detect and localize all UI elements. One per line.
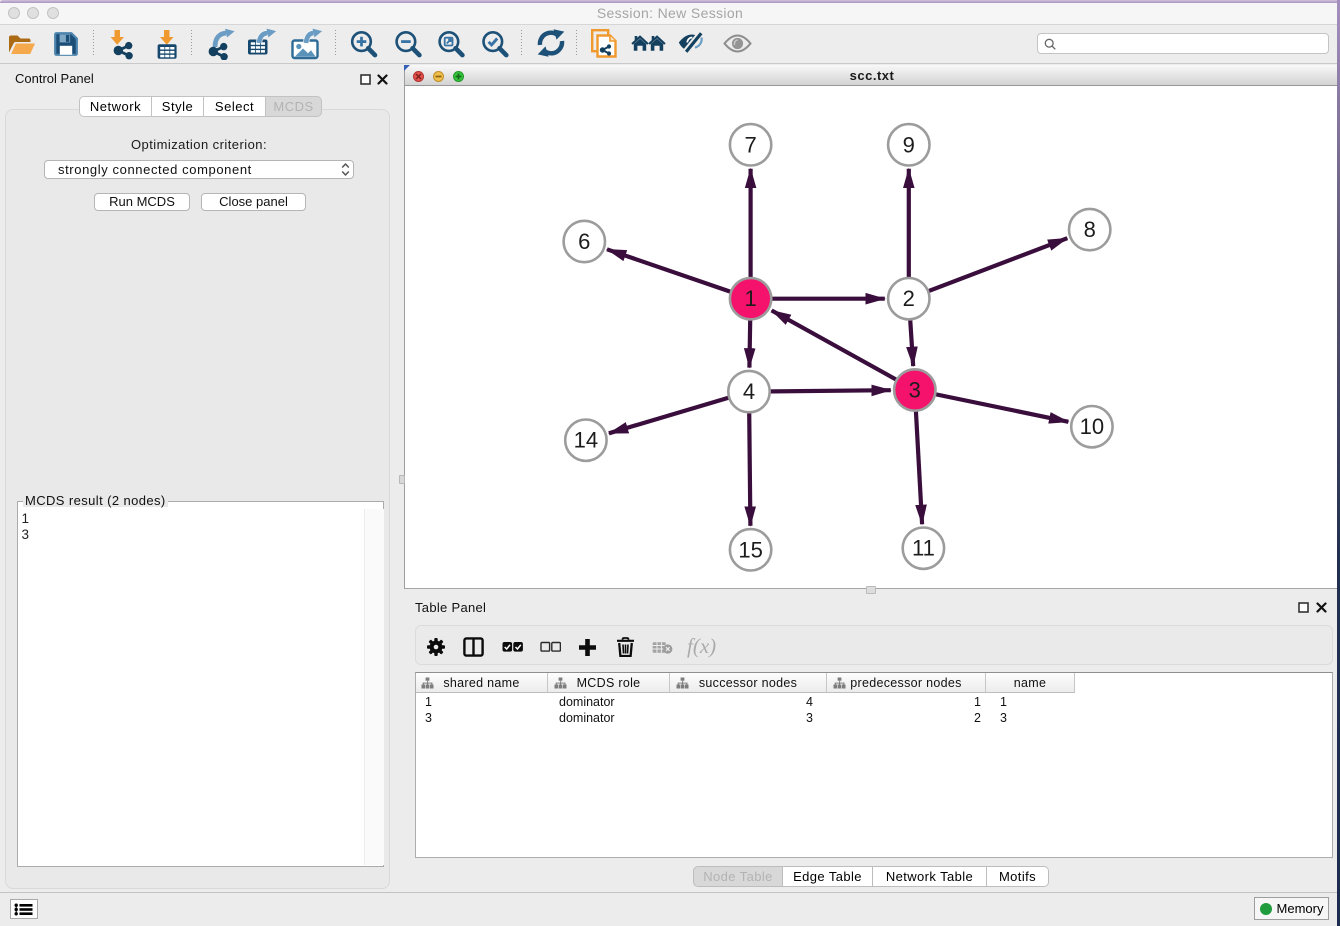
- svg-text:1: 1: [744, 286, 756, 311]
- svg-text:4: 4: [743, 379, 755, 404]
- svg-text:10: 10: [1080, 414, 1104, 439]
- svg-text:14: 14: [574, 428, 598, 453]
- svg-text:8: 8: [1084, 217, 1096, 242]
- svg-text:6: 6: [578, 229, 590, 254]
- svg-text:2: 2: [903, 286, 915, 311]
- svg-text:3: 3: [909, 378, 921, 403]
- svg-text:11: 11: [912, 536, 935, 561]
- svg-text:9: 9: [903, 132, 915, 157]
- svg-text:7: 7: [744, 132, 756, 157]
- svg-text:15: 15: [738, 537, 762, 562]
